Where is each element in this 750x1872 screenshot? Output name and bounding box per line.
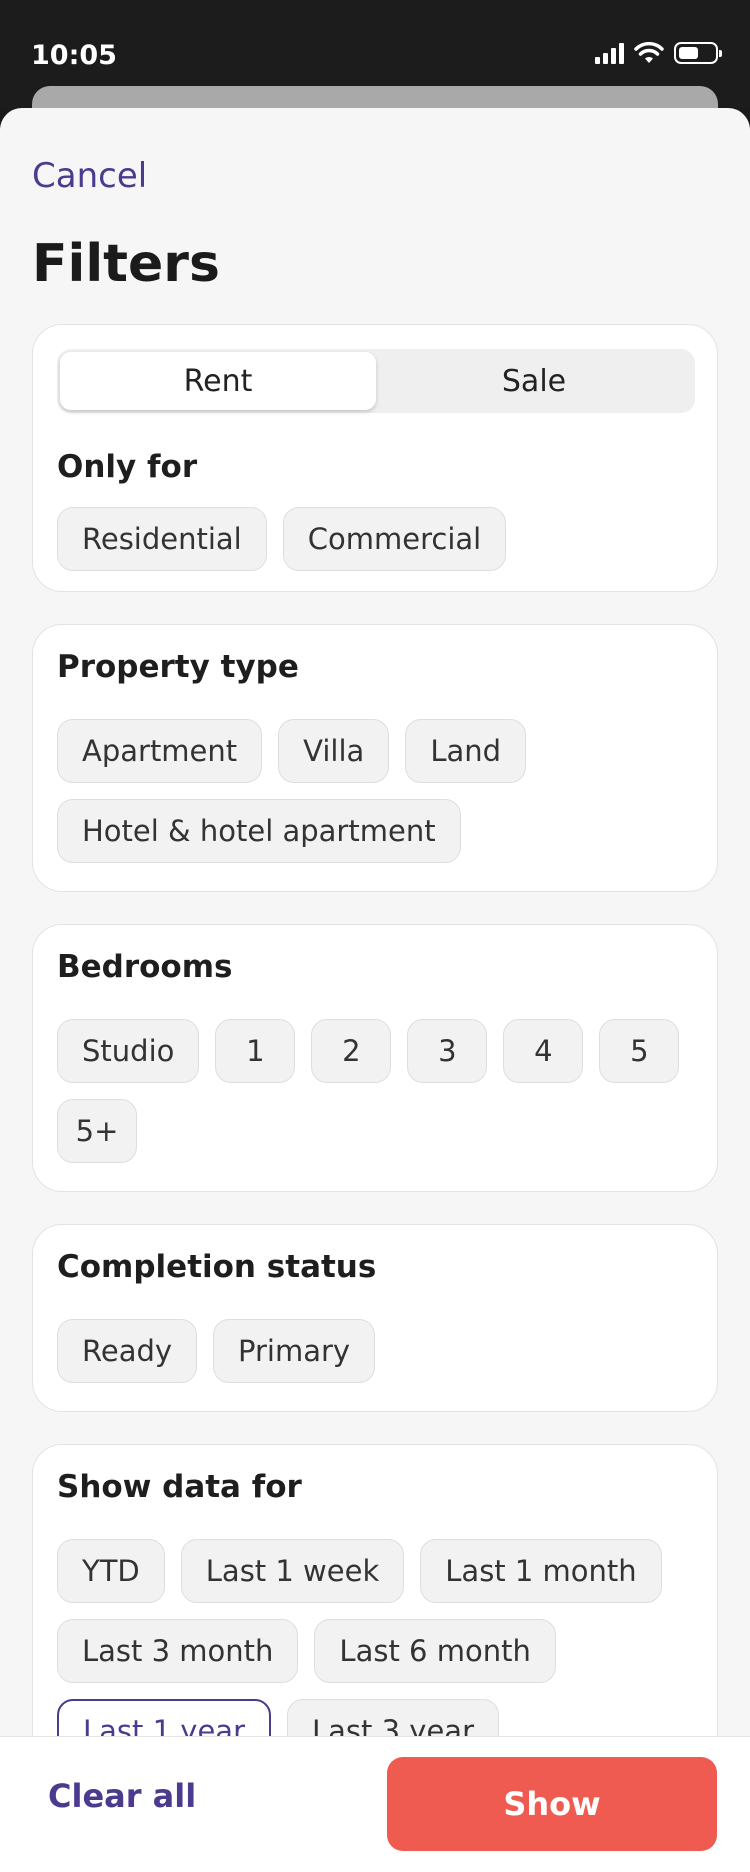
show-button[interactable]: Show — [387, 1757, 717, 1851]
clear-all-button[interactable]: Clear all — [48, 1777, 196, 1815]
chip-last-1-week[interactable]: Last 1 week — [180, 1539, 405, 1603]
chip-last-6-month[interactable]: Last 6 month — [314, 1619, 556, 1683]
completion-status-chips: Ready Primary — [57, 1319, 693, 1383]
show-data-for-chips: YTD Last 1 week Last 1 month Last 3 mont… — [57, 1539, 693, 1763]
chip-bedrooms-5[interactable]: 5 — [599, 1019, 680, 1083]
chip-ready[interactable]: Ready — [57, 1319, 198, 1383]
bedrooms-card: Bedrooms Studio 1 2 3 4 5 5+ — [32, 924, 718, 1192]
cancel-button[interactable]: Cancel — [32, 156, 147, 196]
battery-icon — [674, 42, 722, 64]
wifi-icon — [634, 42, 664, 63]
completion-status-card: Completion status Ready Primary — [32, 1224, 718, 1412]
chip-bedrooms-5-plus[interactable]: 5+ — [57, 1099, 137, 1163]
page-title: Filters — [32, 234, 220, 294]
chip-hotel-apartment[interactable]: Hotel & hotel apartment — [57, 799, 461, 863]
only-for-chips: Residential Commercial — [57, 507, 693, 571]
chip-land[interactable]: Land — [405, 719, 527, 783]
chip-studio[interactable]: Studio — [57, 1019, 200, 1083]
segment-rent[interactable]: Rent — [60, 352, 376, 410]
chip-bedrooms-1[interactable]: 1 — [215, 1019, 296, 1083]
status-icons — [595, 42, 722, 64]
chip-last-1-month[interactable]: Last 1 month — [420, 1539, 662, 1603]
chip-bedrooms-4[interactable]: 4 — [503, 1019, 584, 1083]
completion-status-title: Completion status — [57, 1249, 377, 1285]
status-time: 10:05 — [31, 40, 117, 71]
chip-bedrooms-3[interactable]: 3 — [407, 1019, 488, 1083]
chip-bedrooms-2[interactable]: 2 — [311, 1019, 392, 1083]
chip-last-3-month[interactable]: Last 3 month — [57, 1619, 299, 1683]
bedrooms-title: Bedrooms — [57, 949, 233, 985]
bedrooms-chips: Studio 1 2 3 4 5 5+ — [57, 1019, 693, 1163]
filters-sheet: Cancel Filters Rent Sale Only for Reside… — [0, 108, 750, 1872]
segment-sale[interactable]: Sale — [376, 352, 692, 410]
cellular-signal-icon — [595, 42, 624, 64]
chip-ytd[interactable]: YTD — [57, 1539, 165, 1603]
property-type-card: Property type Apartment Villa Land Hotel… — [32, 624, 718, 892]
chip-apartment[interactable]: Apartment — [57, 719, 263, 783]
chip-commercial[interactable]: Commercial — [282, 507, 507, 571]
listing-type-card: Rent Sale Only for Residential Commercia… — [32, 324, 718, 592]
chip-villa[interactable]: Villa — [278, 719, 390, 783]
chip-primary[interactable]: Primary — [213, 1319, 376, 1383]
bottom-action-bar: Clear all Show — [0, 1736, 750, 1872]
only-for-title: Only for — [57, 449, 198, 485]
show-data-for-title: Show data for — [57, 1469, 302, 1505]
property-type-title: Property type — [57, 649, 299, 685]
property-type-chips: Apartment Villa Land Hotel & hotel apart… — [57, 719, 693, 863]
chip-residential[interactable]: Residential — [57, 507, 267, 571]
rent-sale-toggle: Rent Sale — [57, 349, 695, 413]
